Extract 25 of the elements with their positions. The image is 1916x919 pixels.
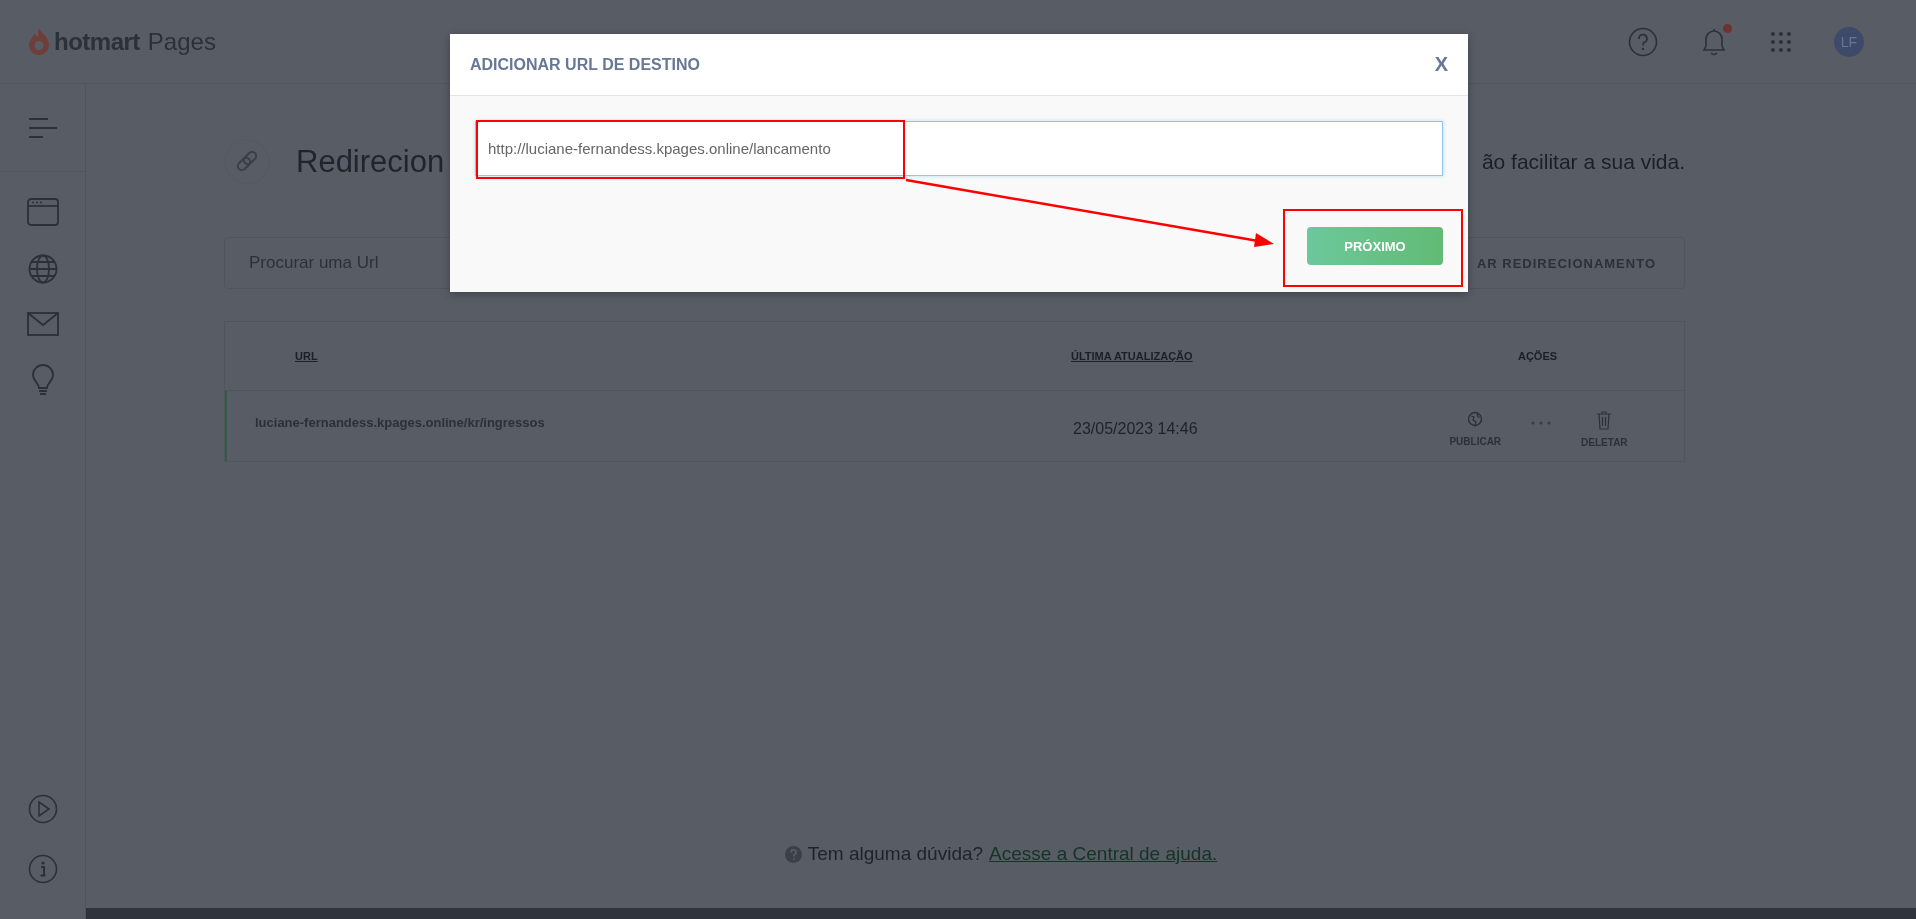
help-circle-icon <box>784 845 802 863</box>
help-center-link[interactable]: Acesse a Central de ajuda. <box>989 843 1218 865</box>
apps-grid-icon[interactable] <box>1770 30 1792 53</box>
page-subtitle: ão facilitar a sua vida. <box>1481 150 1685 174</box>
help-text: Tem alguma dúvida? <box>807 843 984 865</box>
column-header: AÇÕES <box>1516 350 1559 362</box>
menu-icon[interactable] <box>27 116 58 139</box>
modal-title: ADICIONAR URL DE DESTINO <box>470 55 700 74</box>
mail-icon[interactable] <box>26 312 59 336</box>
globe-icon[interactable] <box>27 254 58 284</box>
globe-icon <box>1467 411 1484 429</box>
next-button[interactable]: PRÓXIMO <box>1307 227 1443 265</box>
play-icon[interactable] <box>27 794 58 824</box>
column-header[interactable]: ÚLTIMA ATUALIZAÇÃO <box>1071 350 1391 362</box>
browser-window-icon[interactable] <box>26 198 59 226</box>
flame-logo-icon <box>28 26 50 57</box>
help-icon[interactable] <box>1628 26 1658 57</box>
trash-icon <box>1596 410 1613 430</box>
lightbulb-icon[interactable] <box>30 364 55 396</box>
url-input-field[interactable]: http://luciane-fernandess.kpages.online/lancamento <box>475 121 1443 176</box>
page-title: Redirecion <box>296 144 445 180</box>
date-cell-text: 23/05/2023 14:46 <box>1073 419 1199 438</box>
info-icon[interactable] <box>27 854 58 884</box>
column-header[interactable]: URL <box>225 350 1071 362</box>
close-button[interactable]: X <box>1434 53 1448 76</box>
